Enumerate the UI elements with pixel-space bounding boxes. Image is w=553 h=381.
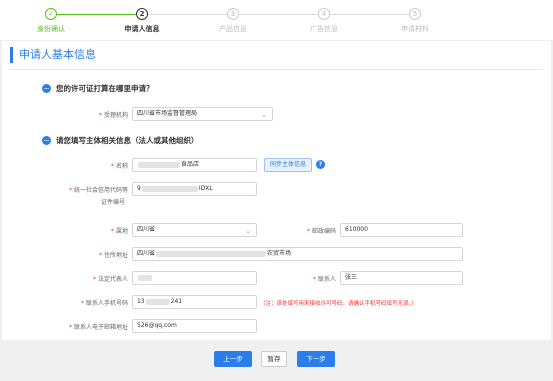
postcode-input[interactable]: 610000	[340, 223, 463, 237]
legal-rep-input[interactable]	[132, 271, 257, 285]
phone-note: （注：该处填写用来接收许可号码，请确认手机号码填写无误。）	[260, 301, 417, 307]
contact-phone-input[interactable]: 13 241	[132, 295, 257, 309]
name-label: * 名称	[110, 163, 128, 170]
section-title: 申请人基本信息	[10, 47, 96, 63]
agency-select[interactable]: 四川省市场监督管理局 ⌄	[132, 107, 273, 121]
step-materials: 5 申请材料	[370, 8, 460, 34]
legal-rep-label: * 法定代表人	[92, 276, 128, 283]
form-footer: 上一步 暂存 下一步	[0, 340, 553, 381]
contact-input[interactable]: 张三	[340, 271, 463, 285]
name-input[interactable]: 食品店	[132, 158, 257, 172]
question-text: 请您填写主体相关信息（法人或其他组织）	[56, 136, 199, 145]
postcode-label: * 邮政编码	[306, 228, 336, 235]
step-applicant-info: 2 申请人信息	[97, 8, 187, 34]
credit-code-label: * 统一社会信用代码等	[68, 187, 128, 194]
step-number: 5	[409, 8, 421, 20]
sync-subject-button[interactable]: 同步主体信息	[264, 158, 313, 172]
step-label: 广告信息	[310, 25, 338, 33]
next-step-button[interactable]: 下一步	[297, 351, 335, 367]
step-label: 身份确认	[37, 25, 65, 33]
question-text: 您的许可证打算在哪里申请？	[56, 84, 154, 93]
contact-email-label: * 联系人电子邮箱地址	[68, 324, 128, 331]
step-label: 申请人信息	[124, 25, 160, 33]
step-number: 3	[227, 8, 239, 20]
area-label: * 属地	[110, 228, 128, 235]
residence-input[interactable]: 四川省 农贸市场	[132, 247, 463, 261]
check-icon: ✓	[45, 8, 57, 20]
agency-label: * 受理机构	[98, 112, 128, 119]
step-number: 4	[318, 8, 330, 20]
chat-icon: …	[42, 136, 51, 145]
step-ad-info: 4 广告信息	[279, 8, 369, 34]
chat-icon: …	[42, 84, 51, 93]
area-select[interactable]: 四川省 ⌄	[132, 223, 257, 237]
residence-label: * 住所地址	[98, 252, 128, 259]
chevron-down-icon: ⌄	[261, 111, 267, 119]
credit-code-label-line2: 证件编号	[100, 199, 125, 206]
step-label: 申请材料	[401, 25, 429, 33]
prev-step-button[interactable]: 上一步	[214, 351, 252, 367]
step-number: 2	[136, 8, 148, 20]
credit-code-input[interactable]: 9 IDXL	[132, 182, 257, 196]
applicant-form-panel: 申请人基本信息 … 您的许可证打算在哪里申请？ * 受理机构 四川省市场监督管理局…	[2, 40, 551, 340]
contact-label: * 联系人	[312, 276, 336, 283]
divider	[10, 69, 543, 70]
step-identity-confirm: ✓ 身份确认	[6, 8, 96, 34]
contact-phone-label: * 联系人手机号码	[80, 300, 128, 307]
step-label: 产品信息	[219, 25, 247, 33]
question-subject-info: … 请您填写主体相关信息（法人或其他组织）	[42, 135, 199, 146]
question-apply-location: … 您的许可证打算在哪里申请？	[42, 83, 154, 94]
step-product-info: 3 产品信息	[188, 8, 278, 34]
progress-stepper: ✓ 身份确认 2 申请人信息 3 产品信息 4 广告信息 5 申请材料	[0, 0, 553, 40]
contact-email-input[interactable]: 526@qq.com	[132, 319, 257, 333]
save-draft-button[interactable]: 暂存	[261, 351, 287, 367]
chevron-down-icon: ⌄	[245, 227, 251, 235]
help-icon[interactable]: ?	[316, 160, 325, 169]
